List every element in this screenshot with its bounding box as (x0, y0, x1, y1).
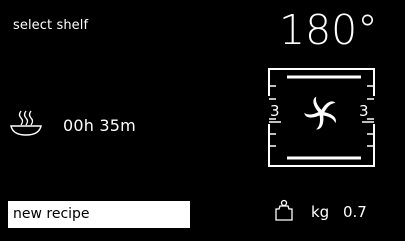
weight-icon (275, 199, 293, 221)
new-recipe-button[interactable]: new recipe (8, 201, 190, 228)
instruction-text: select shelf (13, 18, 89, 33)
cooking-time[interactable]: 00h 35m (63, 116, 136, 135)
oven-display: select shelf 180° 00h 35m 3 3 new recipe… (0, 0, 405, 241)
temperature-display[interactable]: 180° (279, 10, 378, 51)
shelf-number-right[interactable]: 3 (359, 104, 369, 119)
weight-unit: kg (311, 203, 330, 221)
cooking-pot-steam-icon (10, 110, 42, 136)
weight-value[interactable]: 0.7 (343, 203, 367, 221)
fan-icon (304, 96, 336, 130)
shelf-number-left[interactable]: 3 (270, 104, 280, 119)
